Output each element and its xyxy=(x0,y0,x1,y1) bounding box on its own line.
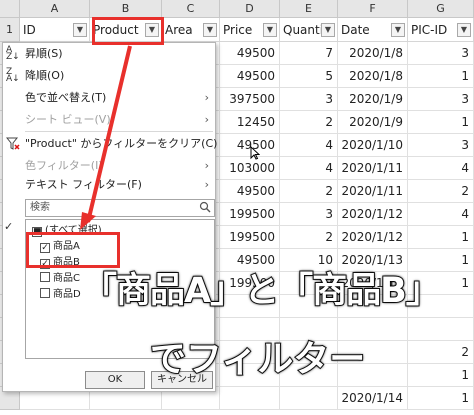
excel-window: A B C D E F G 1 ID ▼ Product ▼ Area ▼ Price… xyxy=(0,0,474,415)
caption-line-1: 「商品A」と「商品B」 xyxy=(81,270,442,312)
mouse-cursor-icon xyxy=(250,146,260,160)
caption-line-2: でフィルター xyxy=(149,338,366,381)
